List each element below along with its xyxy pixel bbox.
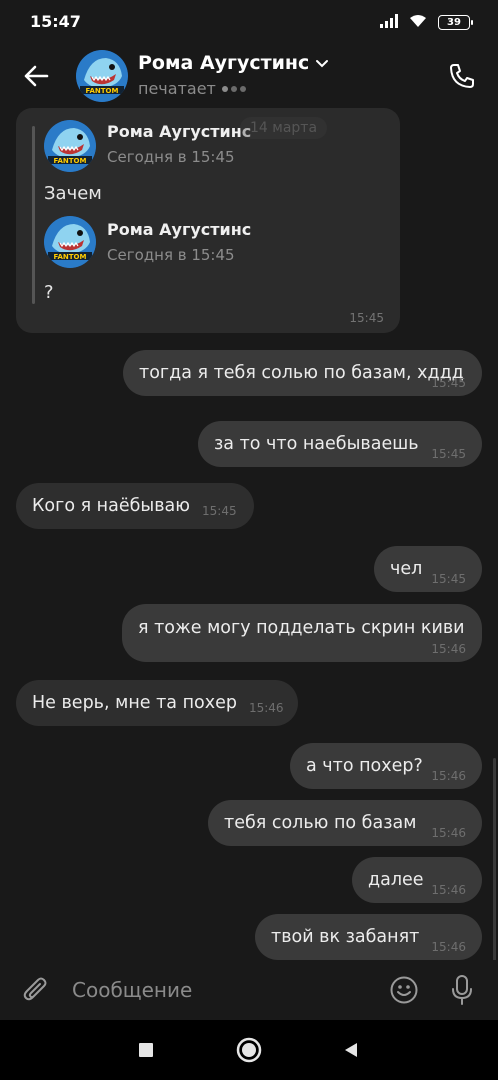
arrow-left-icon: [24, 65, 49, 87]
message-bubble-out[interactable]: тогда я тебя солью по базам, хддд 15:45: [123, 350, 482, 396]
phone-icon: [450, 64, 474, 88]
message-bubble-out[interactable]: далее 15:46: [352, 857, 482, 903]
system-nav-bar: [0, 1020, 498, 1080]
message-time: 15:46: [431, 769, 466, 783]
message-text: далее: [368, 870, 424, 890]
circle-icon: [236, 1037, 262, 1063]
chevron-down-icon: [316, 60, 329, 68]
message-composer: [0, 960, 498, 1020]
avatar: [44, 120, 96, 172]
message-bubble-out[interactable]: за то что наебываешь 15:45: [198, 421, 482, 467]
message-text: твой вк забанят: [271, 927, 420, 947]
status-icons: 39: [380, 13, 473, 32]
back-nav-button[interactable]: [337, 1036, 365, 1064]
forwarded-date: Сегодня в 15:45: [107, 246, 235, 264]
message-text: чел: [390, 559, 423, 579]
avatar: [44, 216, 96, 268]
message-bubble-out[interactable]: твой вк забанят 15:46: [255, 914, 482, 960]
message-bubble-out[interactable]: чел 15:45: [374, 546, 482, 592]
emoji-button[interactable]: [386, 972, 422, 1008]
message-time: 15:45: [349, 311, 384, 325]
forwarded-text: Зачем: [44, 183, 102, 204]
attach-button[interactable]: [18, 972, 54, 1008]
microphone-icon: [452, 975, 472, 1005]
paperclip-icon: [23, 977, 47, 1001]
typing-status: печатает: [138, 79, 246, 98]
chat-header: Рома Аугустинс печатает: [0, 44, 498, 108]
message-time: 15:46: [431, 940, 466, 954]
home-button[interactable]: [235, 1036, 263, 1064]
voice-message-button[interactable]: [444, 972, 480, 1008]
message-text: тогда я тебя солью по базам, хддд: [139, 363, 464, 383]
message-bubble-in[interactable]: Не верь, мне та похер 15:46: [16, 680, 298, 726]
forward-quote-line: [32, 126, 35, 304]
status-time: 15:47: [30, 12, 81, 31]
scrollbar[interactable]: [493, 758, 496, 960]
message-text: а что похер?: [306, 756, 423, 776]
forwarded-text: ?: [44, 282, 54, 303]
message-text: я тоже могу подделать скрин киви: [138, 618, 465, 638]
message-time: 15:45: [431, 376, 466, 390]
signal-icon: [380, 13, 398, 32]
battery-icon: 39: [438, 15, 473, 30]
triangle-back-icon: [345, 1043, 357, 1057]
message-time: 15:45: [431, 447, 466, 461]
wifi-icon: [408, 13, 428, 32]
message-time: 15:46: [431, 642, 466, 656]
status-bar: 15:47 39: [0, 0, 498, 44]
contact-name-text: Рома Аугустинс: [138, 52, 310, 74]
forwarded-author: Рома Аугустинс: [107, 220, 252, 239]
message-input[interactable]: [72, 974, 362, 1006]
message-text: тебя солью по базам: [224, 813, 417, 833]
contact-name[interactable]: Рома Аугустинс: [138, 52, 329, 74]
back-button[interactable]: [18, 58, 54, 94]
message-bubble-out[interactable]: а что похер? 15:46: [290, 743, 482, 789]
message-list[interactable]: Рома Аугустинс Сегодня в 15:45 Зачем Ром…: [0, 108, 498, 960]
forwarded-author: Рома Аугустинс: [107, 122, 252, 141]
contact-avatar[interactable]: [76, 50, 128, 102]
forwarded-messages-bubble[interactable]: Рома Аугустинс Сегодня в 15:45 Зачем Ром…: [16, 108, 400, 333]
smiley-icon: [390, 976, 418, 1004]
message-time: 15:46: [431, 883, 466, 897]
message-time: 15:46: [431, 826, 466, 840]
typing-dots-icon: [221, 85, 246, 92]
message-time: 15:45: [202, 504, 237, 518]
message-text: Не верь, мне та похер: [32, 693, 237, 713]
message-bubble-out[interactable]: тебя солью по базам 15:46: [208, 800, 482, 846]
call-button[interactable]: [444, 58, 480, 94]
recents-button[interactable]: [132, 1036, 160, 1064]
message-bubble-out[interactable]: я тоже могу подделать скрин киви 15:46: [122, 604, 482, 662]
message-text: Кого я наёбываю: [32, 496, 190, 516]
date-pill: 14 марта: [240, 117, 328, 139]
square-icon: [139, 1043, 153, 1057]
message-text: за то что наебываешь: [214, 434, 419, 454]
typing-status-text: печатает: [138, 79, 216, 98]
forwarded-date: Сегодня в 15:45: [107, 148, 235, 166]
message-bubble-in[interactable]: Кого я наёбываю 15:45: [16, 483, 254, 529]
message-time: 15:46: [248, 701, 284, 715]
message-time: 15:45: [431, 572, 466, 586]
